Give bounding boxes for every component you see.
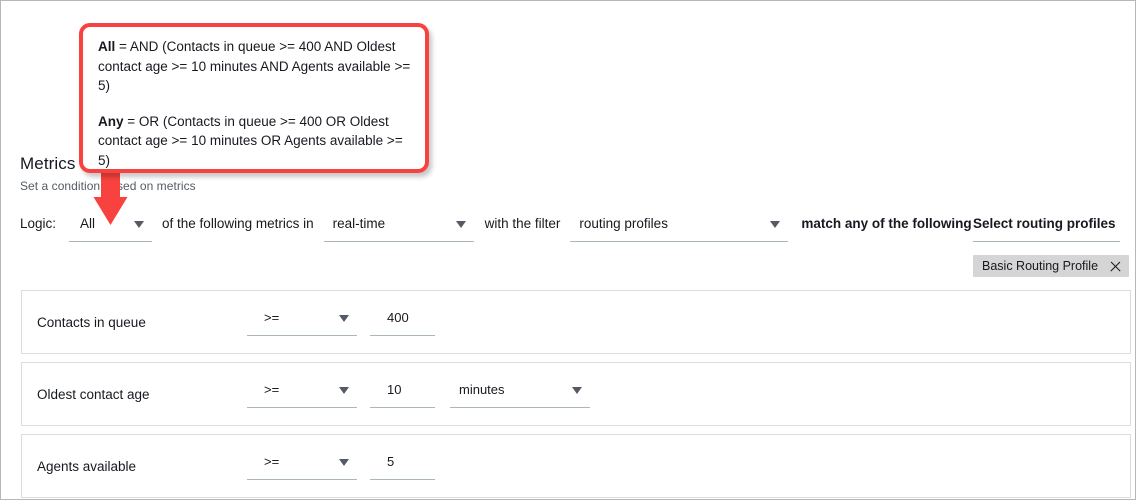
filter-type-value: routing profiles (579, 213, 668, 235)
metric-operator-select[interactable]: >= (247, 379, 357, 408)
metric-operator-value: >= (247, 310, 279, 325)
metric-value-input[interactable] (370, 451, 435, 472)
metric-operator-value: >= (247, 382, 279, 397)
metric-name: Agents available (37, 458, 136, 476)
metric-unit-value: minutes (450, 382, 505, 397)
routing-profile-token[interactable]: Basic Routing Profile (973, 255, 1129, 277)
callout-paragraph: All = AND (Contacts in queue >= 400 AND … (98, 37, 412, 96)
metric-value-field[interactable] (370, 451, 435, 480)
of-following-metrics-label: of the following metrics in (162, 213, 314, 235)
chevron-down-icon (339, 459, 349, 466)
metric-value-input[interactable] (370, 307, 435, 328)
logic-row: Logic: All of the following metrics in r… (20, 213, 1120, 243)
metrics-condition-page: Metrics Set a condition based on metrics… (0, 0, 1136, 500)
metric-name: Oldest contact age (37, 386, 150, 404)
chevron-down-icon (572, 387, 582, 394)
metric-operator-select[interactable]: >= (247, 451, 357, 480)
metrics-source-select[interactable]: real-time (324, 213, 474, 242)
metric-row-card: Contacts in queue >= (21, 290, 1131, 354)
metric-unit-select[interactable]: minutes (450, 379, 590, 408)
chevron-down-icon (770, 221, 780, 228)
metric-name: Contacts in queue (37, 314, 146, 332)
callout-paragraph: Any = OR (Contacts in queue >= 400 OR Ol… (98, 112, 412, 171)
metric-row-card: Oldest contact age >= minutes (21, 362, 1131, 426)
filter-type-select[interactable]: routing profiles (570, 213, 788, 242)
select-routing-profiles-group: Select routing profiles Basic Routing Pr… (973, 213, 1120, 277)
metric-value-field[interactable] (370, 307, 435, 336)
callout-text: = AND (Contacts in queue >= 400 AND Olde… (98, 39, 410, 93)
chevron-down-icon (456, 221, 466, 228)
routing-profile-token-label: Basic Routing Profile (982, 255, 1098, 277)
select-routing-profiles-label[interactable]: Select routing profiles (973, 213, 1120, 242)
metric-row-card: Agents available >= (21, 434, 1131, 498)
callout-term: Any (98, 114, 124, 129)
metric-value-field[interactable] (370, 379, 435, 408)
chevron-down-icon (339, 387, 349, 394)
metric-operator-value: >= (247, 454, 279, 469)
close-icon[interactable] (1109, 260, 1122, 273)
annotation-callout: All = AND (Contacts in queue >= 400 AND … (79, 23, 429, 173)
callout-term: All (98, 39, 115, 54)
callout-text: = OR (Contacts in queue >= 400 OR Oldest… (98, 114, 403, 168)
with-filter-label: with the filter (485, 213, 561, 235)
logic-label: Logic: (20, 213, 56, 235)
chevron-down-icon (339, 315, 349, 322)
match-any-label: match any of the following (801, 213, 971, 235)
metric-value-input[interactable] (370, 379, 435, 400)
metrics-source-value: real-time (333, 213, 386, 235)
metric-operator-select[interactable]: >= (247, 307, 357, 336)
